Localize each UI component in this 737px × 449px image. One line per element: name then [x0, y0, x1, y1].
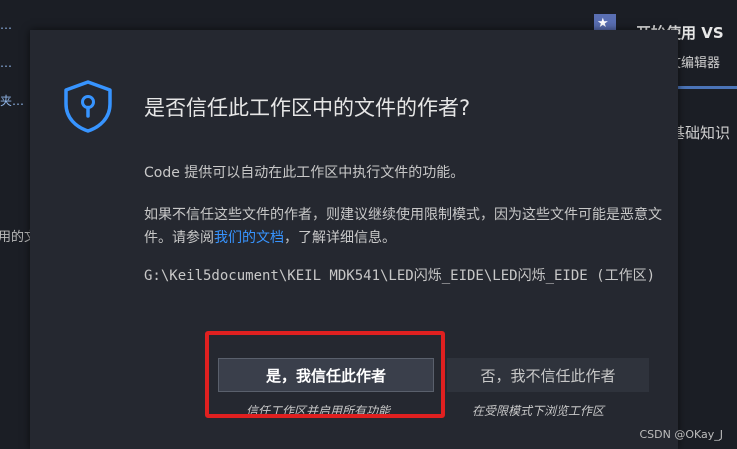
distrust-hint: 在受限模式下浏览工作区: [472, 404, 605, 418]
docs-link[interactable]: 我们的文档: [214, 230, 284, 246]
workspace-trust-dialog: 是否信任此工作区中的文件的作者? Code 提供可以自动在此工作区中执行文件的功…: [30, 30, 678, 449]
dialog-description: Code 提供可以自动在此工作区中执行文件的功能。: [144, 165, 465, 181]
workspace-path: G:\Keil5document\KEIL MDK541\LED闪烁_EIDE\…: [144, 268, 656, 284]
trust-button[interactable]: 是，我信任此作者: [218, 358, 434, 392]
bg-left-item-1: …: [0, 18, 12, 32]
watermark: CSDN @OKay_J: [639, 428, 723, 441]
welcome-section: 基础知识: [670, 124, 731, 142]
bg-left-item-3: 夹…: [0, 94, 25, 108]
dialog-warning: 如果不信任这些文件的作者，则建议继续使用限制模式，因为这些文件可能是恶意文件。请…: [144, 204, 664, 250]
dialog-warning-text-end: ，了解详细信息。: [284, 230, 396, 246]
background-left-panel: … … 夹… 用的文: [0, 0, 37, 449]
distrust-button[interactable]: 否，我不信任此作者: [447, 358, 649, 392]
bg-left-item-2: …: [0, 56, 12, 70]
trust-hint: 信任工作区并启用所有功能: [246, 404, 391, 418]
shield-lock-icon: [64, 80, 112, 133]
dialog-title: 是否信任此工作区中的文件的作者?: [144, 96, 471, 120]
